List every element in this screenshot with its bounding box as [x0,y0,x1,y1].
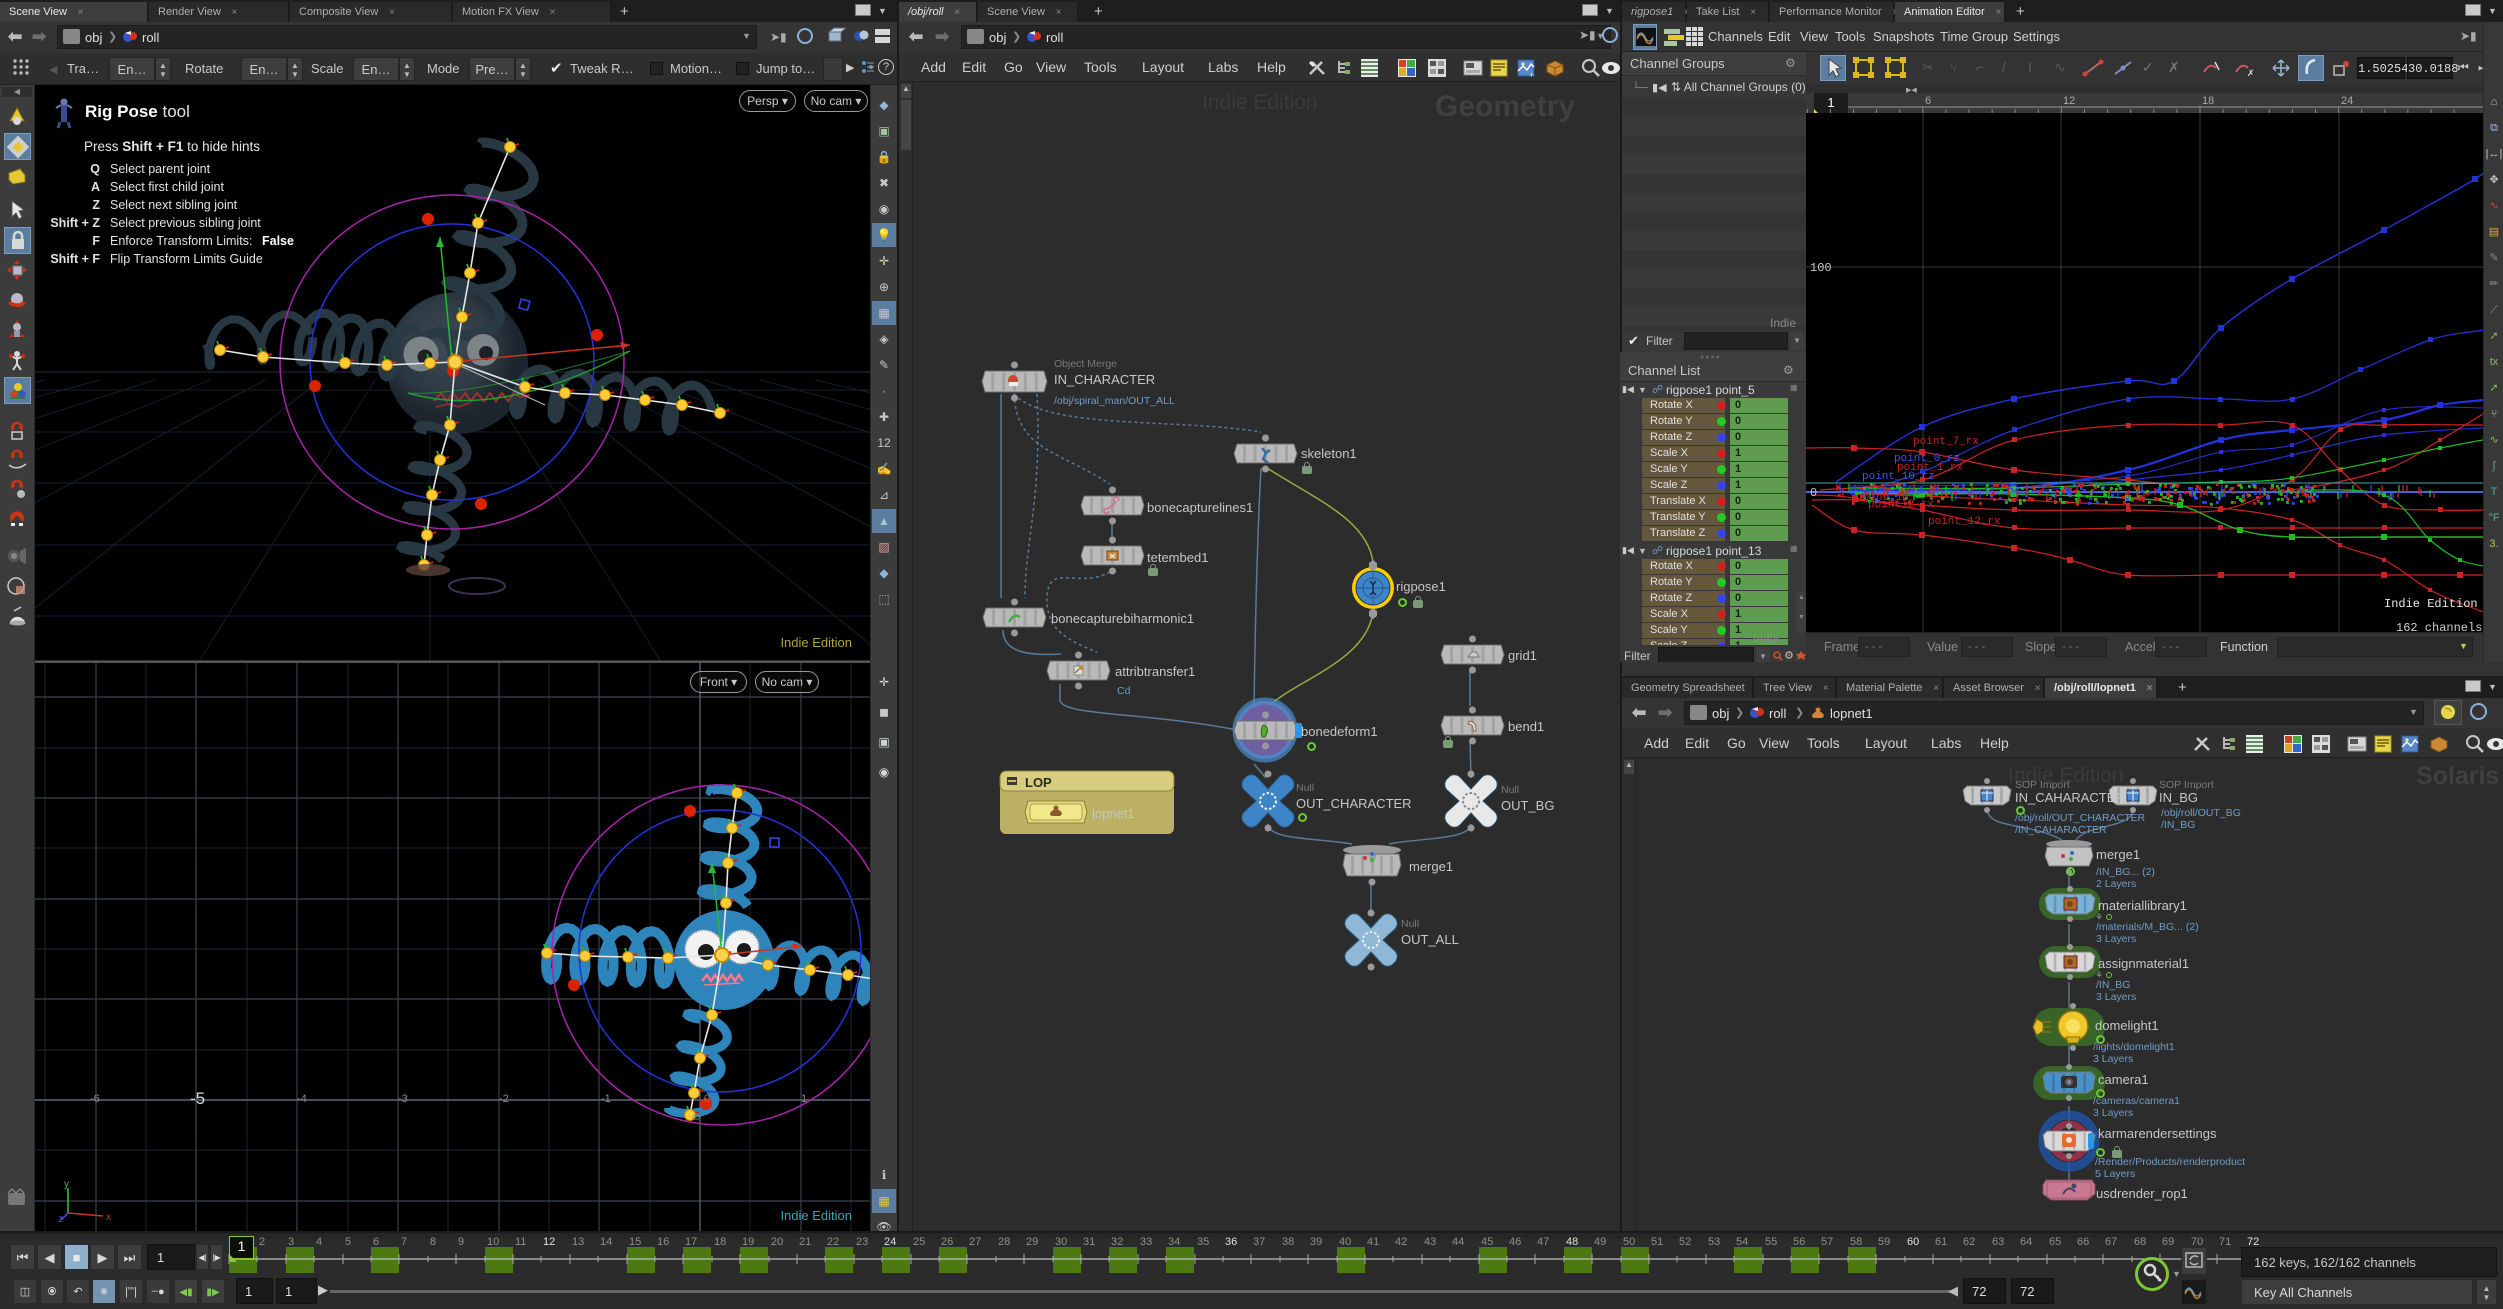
svg-text:point_2-rx: point_2-rx [1868,499,1934,511]
svg-text:Indie Edition: Indie Edition [2384,597,2478,611]
svg-text:z: z [58,1214,63,1223]
svg-text:LOP: LOP [1025,775,1052,790]
svg-text:point_12_rx: point_12_rx [1928,516,2001,528]
svg-text:point_10_rz: point_10_rz [1862,471,1935,483]
svg-text:162 channels: 162 channels [2396,621,2482,632]
svg-text:point_7_rx: point_7_rx [1913,436,1979,448]
svg-text:x: x [106,1212,111,1223]
svg-text:y: y [64,1179,69,1190]
svg-text:0: 0 [1810,486,1817,500]
svg-text:✗: ✗ [2247,68,2255,78]
svg-text:100: 100 [1810,261,1832,275]
